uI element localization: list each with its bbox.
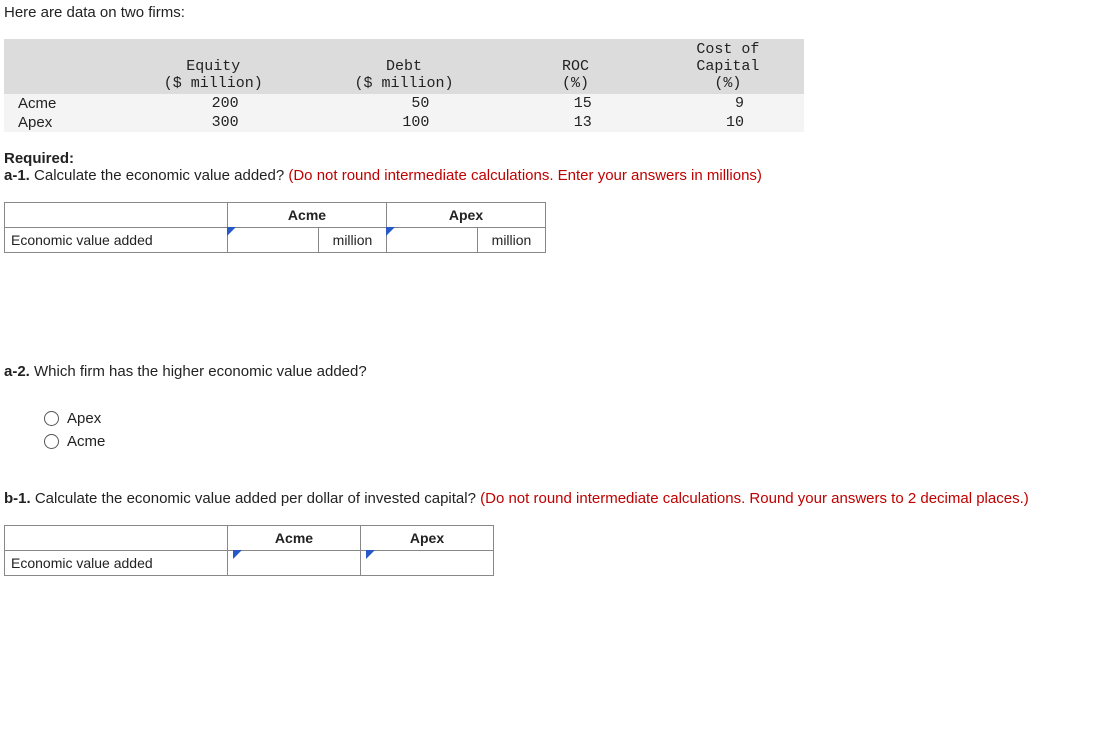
cell-coc: 9 xyxy=(652,94,804,113)
cell-equity: 200 xyxy=(118,94,309,113)
cell-roc: 13 xyxy=(499,113,651,132)
radio-option-acme[interactable]: Acme xyxy=(44,433,1102,450)
table-row: Acme 200 50 15 9 xyxy=(4,94,804,113)
row-name: Apex xyxy=(4,113,118,132)
blank-header xyxy=(4,39,118,94)
input-flag-icon xyxy=(386,227,395,236)
input-flag-icon xyxy=(233,550,242,559)
acme-eva-per-dollar-input[interactable] xyxy=(234,551,354,575)
option-label: Apex xyxy=(67,410,101,427)
a1-answer-table: Acme Apex Economic value added million m… xyxy=(4,202,546,253)
b1-label: b-1. xyxy=(4,490,35,507)
radio-icon xyxy=(44,434,59,449)
col-acme: Acme xyxy=(228,203,387,228)
cell-equity: 300 xyxy=(118,113,309,132)
a2-label: a-2. xyxy=(4,363,34,380)
header-roc: ROC (%) xyxy=(499,39,651,94)
b1-note: (Do not round intermediate calculations.… xyxy=(480,490,1029,507)
acme-eva-input[interactable] xyxy=(228,228,318,252)
blank-header xyxy=(5,526,228,551)
table-row: Apex 300 100 13 10 xyxy=(4,113,804,132)
col-apex: Apex xyxy=(387,203,546,228)
col-apex: Apex xyxy=(361,526,494,551)
unit-label: million xyxy=(319,228,387,253)
blank-header xyxy=(5,203,228,228)
a1-label: a-1. xyxy=(4,167,34,184)
radio-option-apex[interactable]: Apex xyxy=(44,410,1102,427)
option-label: Acme xyxy=(67,433,105,450)
input-flag-icon xyxy=(366,550,375,559)
input-flag-icon xyxy=(227,227,236,236)
cell-coc: 10 xyxy=(652,113,804,132)
row-label: Economic value added xyxy=(5,551,228,576)
apex-eva-input[interactable] xyxy=(387,228,477,252)
b1-text: Calculate the economic value added per d… xyxy=(35,490,480,507)
row-label: Economic value added xyxy=(5,228,228,253)
intro-text: Here are data on two firms: xyxy=(4,4,1102,21)
cell-debt: 100 xyxy=(309,113,500,132)
cell-roc: 15 xyxy=(499,94,651,113)
required-label: Required: xyxy=(4,150,1102,167)
a2-options: Apex Acme xyxy=(44,410,1102,450)
a2-text: Which firm has the higher economic value… xyxy=(34,363,367,380)
question-a2: a-2. Which firm has the higher economic … xyxy=(4,363,1102,380)
header-equity: Equity ($ million) xyxy=(118,39,309,94)
apex-eva-per-dollar-input[interactable] xyxy=(367,551,487,575)
question-b1: b-1. Calculate the economic value added … xyxy=(4,490,1102,507)
question-a1: a-1. Calculate the economic value added?… xyxy=(4,167,1102,184)
unit-label: million xyxy=(478,228,546,253)
firm-data-table: Equity ($ million) Debt ($ million) ROC … xyxy=(4,39,804,132)
header-debt: Debt ($ million) xyxy=(309,39,500,94)
b1-answer-table: Acme Apex Economic value added xyxy=(4,525,494,576)
header-coc: Cost of Capital (%) xyxy=(652,39,804,94)
a1-note: (Do not round intermediate calculations.… xyxy=(288,167,762,184)
row-name: Acme xyxy=(4,94,118,113)
cell-debt: 50 xyxy=(309,94,500,113)
a1-text: Calculate the economic value added? xyxy=(34,167,288,184)
radio-icon xyxy=(44,411,59,426)
col-acme: Acme xyxy=(228,526,361,551)
